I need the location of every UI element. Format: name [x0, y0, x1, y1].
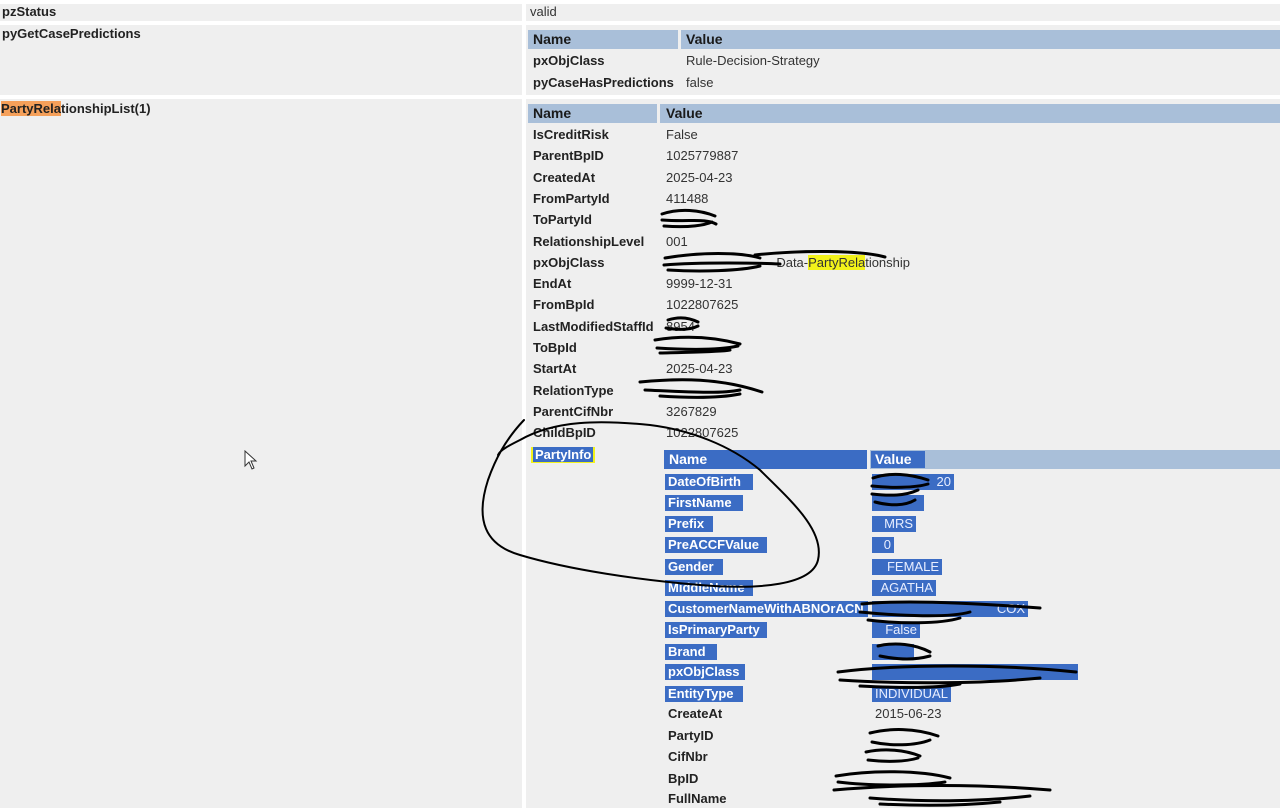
partylist-row-name: ParentBpID	[533, 148, 604, 164]
pzstatus-label: pzStatus	[2, 4, 57, 19]
partylist-row: CreatedAt 2025-04-23	[528, 170, 1280, 191]
partylist-row: RelationshipLevel 001	[528, 234, 1280, 255]
predictions-row: pyCaseHasPredictions false	[528, 75, 1280, 96]
partyinfo-row-value	[872, 664, 1078, 680]
partylist-row-name: EndAt	[533, 276, 572, 292]
partyinfo-row-value: INDIVIDUAL	[872, 686, 951, 702]
partylist-row-name: StartAt	[533, 361, 577, 377]
partyinfo-row-value: 0	[872, 537, 894, 553]
partyinfo-row-name: MiddleName	[665, 580, 753, 596]
partylist-row: ChildBpID 1022807625	[528, 425, 1280, 446]
partylist-row-value: 9999-12-31	[666, 276, 733, 292]
predictions-row-name: pyCaseHasPredictions	[533, 75, 674, 90]
partylist-row-value: 001	[666, 233, 688, 249]
pzstatus-value-cell	[526, 4, 1280, 21]
partylist-row: ParentCifNbr 3267829	[528, 404, 1280, 425]
pzstatus-label-cell	[0, 4, 522, 21]
partylist-row: ParentBpID 1025779887	[528, 148, 1280, 169]
partyinfo-header-value: Value	[871, 451, 925, 468]
partyinfo-row-name: pxObjClass	[665, 664, 745, 680]
partylist-row-name: RelationshipLevel	[533, 233, 645, 249]
partyinfo-row-value: 20	[872, 474, 954, 490]
partyinfo-row-name: PartyID	[668, 728, 714, 743]
partyinfo-row-name: DateOfBirth	[665, 474, 753, 490]
partyinfo-row-value: FEMALE	[872, 559, 942, 575]
predictions-header-name: Name	[528, 30, 678, 49]
partylist-row: ToPartyId	[528, 212, 1280, 233]
partylist-row: FromBpId 1022807625	[528, 297, 1280, 318]
partyinfo-row-name: Gender	[665, 559, 723, 575]
partylist-header-value: Value	[660, 104, 1280, 123]
predictions-label: pyGetCasePredictions	[2, 26, 141, 41]
partylist-row: LastModifiedStaffId 8954	[528, 319, 1280, 340]
partylist-row-name: CreatedAt	[533, 169, 596, 185]
partyinfo-row-name: FullName	[668, 791, 727, 806]
partylist-row: IsCreditRisk False	[528, 127, 1280, 148]
partylist-row-value: 8954	[666, 318, 695, 334]
partyinfo-header-name: Name	[664, 450, 867, 469]
partyinfo-row-name: CustomerNameWithABNOrACN	[665, 601, 868, 617]
partyinfo-row-value	[872, 495, 924, 511]
partylist-row-name: ParentCifNbr	[533, 403, 614, 419]
partylist-row-name: ToBpId	[533, 340, 577, 355]
partylist-row-name: IsCreditRisk	[533, 127, 609, 142]
partylist-row-name: LastModifiedStaffId	[533, 318, 654, 334]
partyinfo-row-name: IsPrimaryParty	[665, 622, 767, 638]
partylist-row: StartAt 2025-04-23	[528, 361, 1280, 382]
predictions-row: pxObjClass Rule-Decision-Strategy	[528, 53, 1280, 74]
partylist-row-value: -Data-PartyRelationship	[772, 254, 911, 270]
partylist-row: EndAt 9999-12-31	[528, 276, 1280, 297]
partyinfo-row-value: 2015-06-23	[875, 706, 942, 721]
partylist-row-name: FromBpId	[533, 297, 595, 313]
partylist-label[interactable]: PartyRelationshipList(1)	[1, 101, 151, 116]
partylist-row: RelationType	[528, 383, 1280, 404]
partyinfo-row-value	[872, 644, 914, 660]
partylist-row-value: 1022807625	[666, 425, 739, 441]
partylist-row-name: ChildBpID	[533, 425, 596, 441]
partyinfo-row-name: CreateAt	[668, 706, 723, 721]
pzstatus-value: valid	[530, 4, 557, 19]
partylist-row: pxObjClass -Data-PartyRelationship	[528, 254, 1280, 276]
partylist-label-cell	[0, 99, 522, 808]
partyinfo-row-value: False	[872, 622, 920, 638]
partyinfo-row-name: CifNbr	[668, 749, 708, 764]
partylist-row-value: 2025-04-23	[666, 169, 733, 185]
partyinfo-label[interactable]: PartyInfo	[531, 447, 596, 463]
partyinfo-row-name: FirstName	[665, 495, 743, 511]
partylist-row-value: 1025779887	[666, 148, 739, 164]
predictions-header-value: Value	[681, 30, 1280, 49]
partylist-row: FromPartyId 411488	[528, 191, 1280, 212]
partylist-row: ToBpId	[528, 340, 1280, 361]
partylist-row-name: pxObjClass	[533, 254, 605, 270]
partylist-row-name: RelationType	[533, 382, 614, 398]
partylist-header-name: Name	[528, 104, 657, 123]
partyinfo-row-value: AGATHA	[872, 580, 936, 596]
partylist-row-value: 3267829	[666, 403, 717, 419]
partyinfo-row-name: Brand	[665, 644, 717, 660]
partylist-row-value: 411488	[666, 190, 709, 206]
partylist-row-name: ToPartyId	[533, 212, 592, 228]
partyinfo-row-value: MRS	[872, 516, 916, 532]
partyinfo-row-value: COX	[872, 601, 1028, 617]
predictions-row-value: false	[686, 75, 714, 90]
partyinfo-row-name: PreACCFValue	[665, 537, 767, 553]
partyinfo-header-value-area	[870, 450, 1280, 469]
partyinfo-row-name: BpID	[668, 771, 699, 786]
partylist-row-value: False	[666, 127, 698, 142]
partylist-row-value: 1022807625	[666, 297, 739, 313]
partyinfo-row-name: Prefix	[665, 516, 713, 532]
partylist-row-value: 2025-04-23	[666, 361, 733, 377]
predictions-row-name: pxObjClass	[533, 53, 605, 68]
partyinfo-row-name: EntityType	[665, 686, 743, 702]
partylist-row-name: FromPartyId	[533, 190, 610, 206]
mouse-cursor-icon	[244, 450, 258, 470]
predictions-row-value: Rule-Decision-Strategy	[686, 53, 820, 68]
